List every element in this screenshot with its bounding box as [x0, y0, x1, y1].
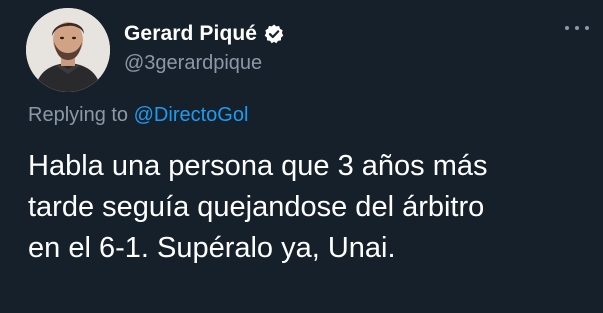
verified-badge-icon: [263, 23, 285, 45]
tweet-text-line: Habla una persona que 3 años más: [28, 150, 488, 182]
tweet-text-line: tarde seguía quejandose del árbitro: [28, 191, 485, 223]
reply-mention-link[interactable]: @DirectoGol: [134, 104, 249, 126]
avatar[interactable]: [26, 8, 110, 92]
replying-to-line: Replying to @DirectoGol: [28, 104, 248, 127]
name-row: Gerard Piqué: [124, 20, 285, 48]
avatar-image: [26, 8, 110, 92]
more-dot: [585, 26, 589, 30]
tweet-card: Gerard Piqué @3gerardpique Replying to @…: [0, 0, 603, 313]
display-name[interactable]: Gerard Piqué: [124, 22, 257, 46]
tweet-text-line: en el 6-1. Supéralo ya, Unai.: [28, 232, 396, 264]
more-dot: [565, 26, 569, 30]
replying-to-label: Replying to: [28, 104, 134, 126]
more-options-icon[interactable]: [565, 24, 589, 32]
more-dot: [575, 26, 579, 30]
user-handle[interactable]: @3gerardpique: [124, 52, 285, 75]
tweet-header: Gerard Piqué @3gerardpique: [124, 20, 285, 75]
tweet-text: Habla una persona que 3 años más tarde s…: [28, 146, 588, 269]
